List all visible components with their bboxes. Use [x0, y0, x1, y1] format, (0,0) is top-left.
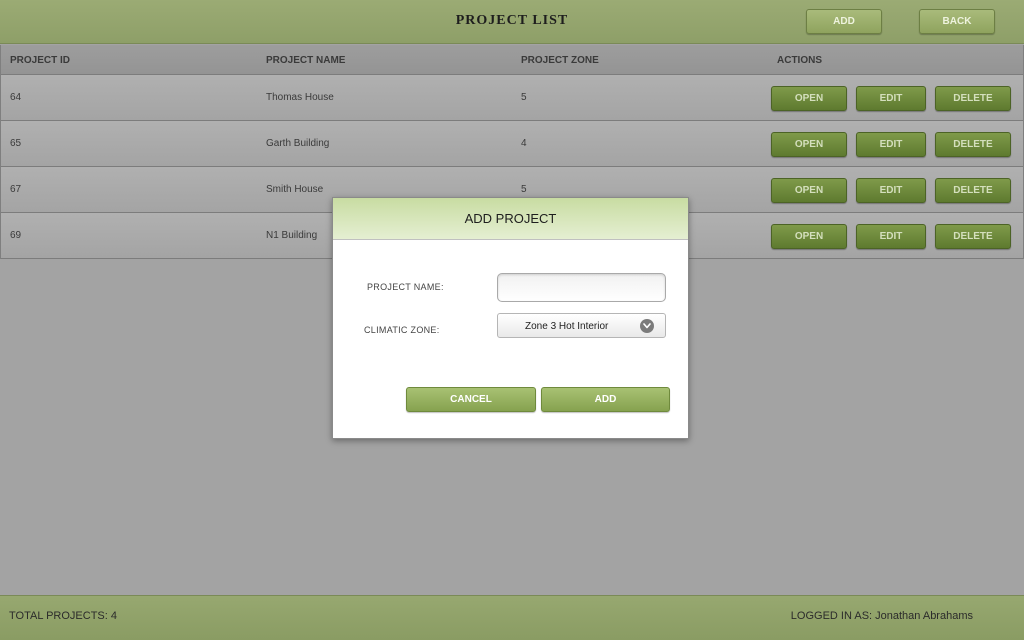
project-zone-cell: 5 — [521, 184, 527, 195]
open-button[interactable]: OPEN — [771, 224, 847, 249]
project-name-label: PROJECT NAME: — [367, 282, 444, 292]
table-header: PROJECT ID PROJECT NAME PROJECT ZONE ACT… — [1, 45, 1023, 75]
table-row: 64 Thomas House 5 OPEN EDIT DELETE — [1, 75, 1023, 121]
climatic-zone-label: CLIMATIC ZONE: — [364, 325, 440, 335]
delete-button[interactable]: DELETE — [935, 224, 1011, 249]
project-zone-cell: 5 — [521, 92, 527, 103]
project-name-cell: Garth Building — [266, 138, 330, 149]
add-project-dialog: ADD PROJECT PROJECT NAME: CLIMATIC ZONE:… — [332, 197, 689, 439]
project-name-input[interactable] — [497, 273, 666, 302]
column-header-project-name: PROJECT NAME — [266, 55, 346, 66]
back-button[interactable]: BACK — [919, 9, 995, 34]
project-zone-cell: 4 — [521, 138, 527, 149]
project-name-cell: Smith House — [266, 184, 324, 195]
add-project-button[interactable]: ADD — [806, 9, 882, 34]
project-id-cell: 69 — [10, 230, 22, 241]
column-header-project-id: PROJECT ID — [10, 55, 71, 66]
project-name-cell: N1 Building — [266, 230, 318, 241]
edit-button[interactable]: EDIT — [856, 224, 926, 249]
project-id-cell: 67 — [10, 184, 22, 195]
column-header-actions: ACTIONS — [777, 55, 822, 66]
logged-in-user: LOGGED IN AS: Jonathan Abrahams — [790, 610, 973, 622]
open-button[interactable]: OPEN — [771, 86, 847, 111]
footer-bar: TOTAL PROJECTS: 4 LOGGED IN AS: Jonathan… — [0, 595, 1024, 640]
open-button[interactable]: OPEN — [771, 178, 847, 203]
dialog-header: ADD PROJECT — [333, 198, 688, 240]
header-bar: PROJECT LIST ADD BACK — [0, 0, 1024, 44]
chevron-down-icon — [640, 319, 654, 333]
edit-button[interactable]: EDIT — [856, 86, 926, 111]
column-header-project-zone: PROJECT ZONE — [521, 55, 599, 66]
project-name-cell: Thomas House — [266, 92, 334, 103]
project-id-cell: 65 — [10, 138, 22, 149]
climatic-zone-select[interactable]: Zone 3 Hot Interior — [497, 313, 666, 338]
delete-button[interactable]: DELETE — [935, 86, 1011, 111]
cancel-button[interactable]: CANCEL — [406, 387, 536, 412]
edit-button[interactable]: EDIT — [856, 178, 926, 203]
open-button[interactable]: OPEN — [771, 132, 847, 157]
project-id-cell: 64 — [10, 92, 22, 103]
dialog-title: ADD PROJECT — [464, 211, 557, 226]
climatic-zone-value: Zone 3 Hot Interior — [525, 321, 609, 332]
delete-button[interactable]: DELETE — [935, 178, 1011, 203]
total-projects-count: TOTAL PROJECTS: 4 — [9, 610, 117, 622]
table-row: 65 Garth Building 4 OPEN EDIT DELETE — [1, 121, 1023, 167]
edit-button[interactable]: EDIT — [856, 132, 926, 157]
dialog-add-button[interactable]: ADD — [541, 387, 670, 412]
delete-button[interactable]: DELETE — [935, 132, 1011, 157]
